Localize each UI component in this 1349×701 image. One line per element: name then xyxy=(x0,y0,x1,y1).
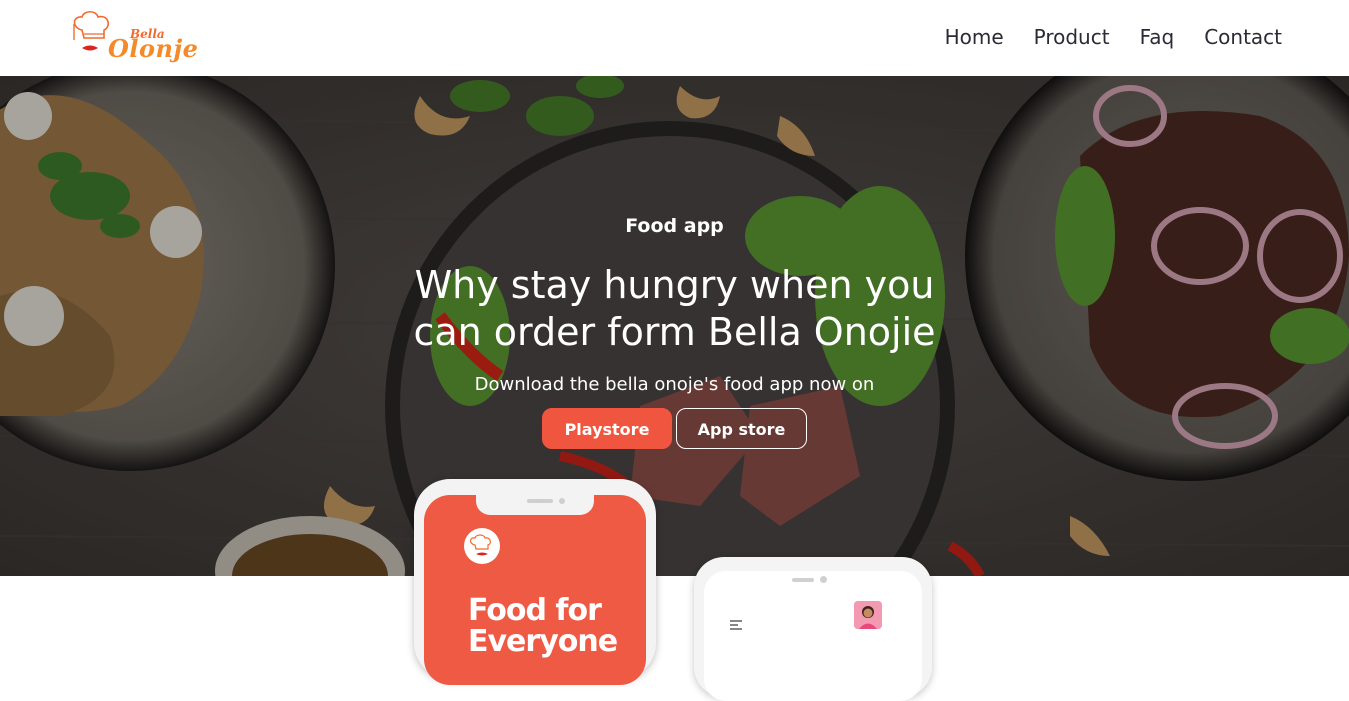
app-logo-icon xyxy=(464,528,500,564)
hero-eyebrow: Food app xyxy=(625,215,724,237)
user-avatar-icon xyxy=(854,601,882,629)
phone-food-title: Food for Everyone xyxy=(468,595,648,657)
nav-faq[interactable]: Faq xyxy=(1140,24,1175,50)
avatar xyxy=(854,601,882,629)
brand-logo[interactable]: Bella Olonje xyxy=(68,8,198,68)
phone-mockup-front: Food for Everyone xyxy=(414,479,656,685)
hero-headline-line1: Why stay hungry when you xyxy=(414,263,935,307)
logo-text-olonje: Olonje xyxy=(108,34,199,63)
nav-contact[interactable]: Contact xyxy=(1204,24,1282,50)
site-header: Bella Olonje Home Product Faq Contact xyxy=(0,0,1349,76)
menu-icon xyxy=(730,620,742,630)
phone-notch xyxy=(476,493,594,515)
nav-home[interactable]: Home xyxy=(945,24,1004,50)
hero-subline: Download the bella onoje's food app now … xyxy=(474,374,875,395)
playstore-button[interactable]: Playstore xyxy=(542,408,672,449)
hero-section: Food app Why stay hungry when you can or… xyxy=(0,76,1349,576)
app-store-button[interactable]: App store xyxy=(676,408,807,449)
phone-screen-red: Food for Everyone xyxy=(424,493,648,685)
phone-speaker xyxy=(792,578,814,582)
nav-product[interactable]: Product xyxy=(1034,24,1110,50)
hero-headline: Why stay hungry when you can order form … xyxy=(0,262,1349,356)
phone-title-line1: Food for xyxy=(468,593,602,628)
phone-mockup-back xyxy=(694,557,932,701)
phone-title-line2: Everyone xyxy=(468,624,618,659)
main-nav: Home Product Faq Contact xyxy=(945,24,1282,50)
chef-hat-icon xyxy=(469,534,491,556)
hero-headline-line2: can order form Bella Onojie xyxy=(413,310,936,354)
phone-camera xyxy=(820,576,827,583)
phone-speaker xyxy=(527,499,553,503)
phone-camera xyxy=(559,498,565,504)
phone-screen-white xyxy=(704,571,922,701)
